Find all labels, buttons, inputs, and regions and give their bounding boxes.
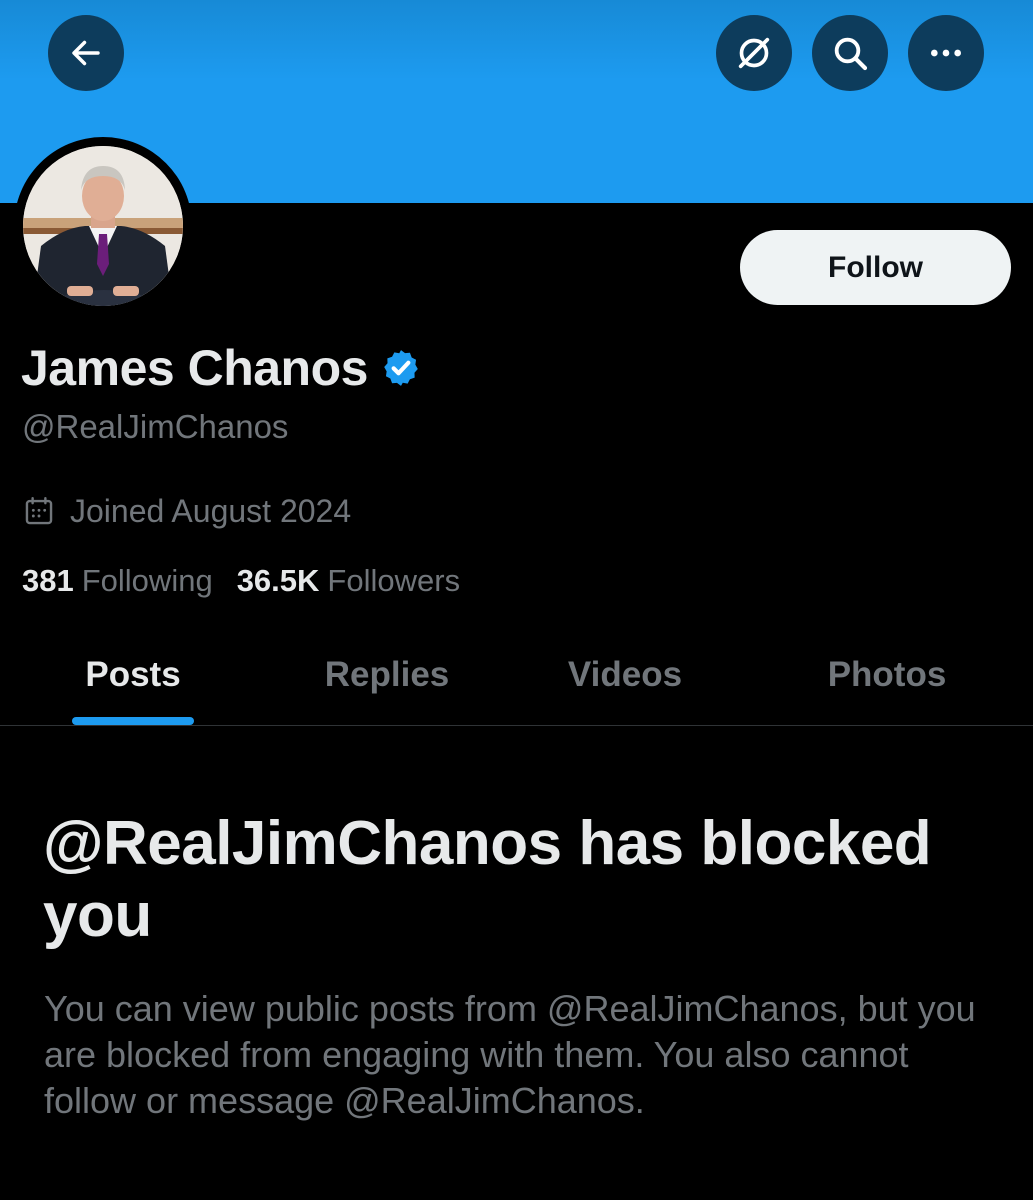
joined-date: Joined August 2024 [70,492,352,529]
avatar-portrait [23,146,183,306]
followers-link[interactable]: 36.5K Followers [237,563,460,599]
tab-posts[interactable]: Posts [52,625,214,725]
display-name: James Chanos [21,340,368,396]
follow-stats: 381 Following 36.5K Followers [22,560,484,602]
following-link[interactable]: 381 Following [22,563,213,599]
blocked-message: You can view public posts from @RealJimC… [44,988,976,1121]
more-button[interactable] [908,15,984,91]
follow-button[interactable]: Follow [740,230,1011,305]
search-icon [834,37,868,71]
verified-badge-icon[interactable] [380,347,422,389]
display-name-row: James Chanos [21,338,422,398]
back-button[interactable] [48,15,124,91]
joined-date-row: Joined August 2024 [22,490,351,532]
tab-photos[interactable]: Photos [800,625,974,725]
search-button[interactable] [812,15,888,91]
profile-handle: @RealJimChanos [22,408,289,445]
profile-tabs: Posts Replies Videos Photos [0,625,1033,726]
tab-videos[interactable]: Videos [540,625,710,725]
tab-replies[interactable]: Replies [296,625,478,725]
following-count: 381 [22,563,74,598]
followers-count: 36.5K [236,563,320,598]
arrow-left-icon [72,40,100,66]
calendar-icon [25,497,53,525]
avatar-frame [14,137,192,315]
avatar[interactable] [23,146,183,306]
following-label: Following [81,563,213,598]
blocked-title: @RealJimChanos has blocked you [43,809,932,950]
active-tab-indicator [72,717,194,725]
grok-icon [738,37,770,69]
grok-button[interactable] [716,15,792,91]
followers-label: Followers [327,563,461,598]
more-horizontal-icon [931,49,961,57]
